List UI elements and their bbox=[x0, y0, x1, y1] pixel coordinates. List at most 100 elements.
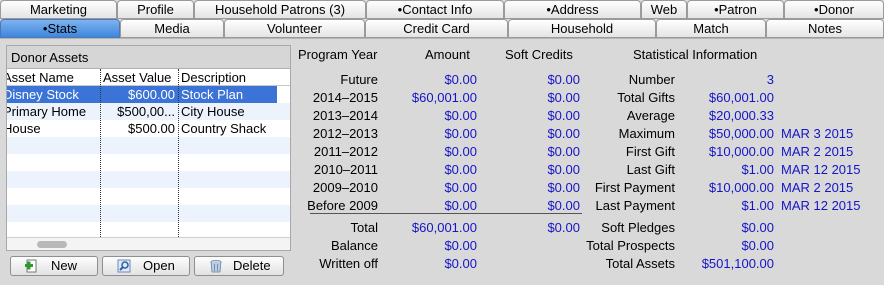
table-row[interactable]: Disney Stock $600.00 Stock Plan bbox=[7, 86, 277, 103]
total-prospects-label: Total Prospects bbox=[586, 238, 675, 253]
year-label: 2011–2012 bbox=[313, 144, 378, 159]
column-header-asset-value[interactable]: Asset Value bbox=[103, 70, 171, 85]
stat-value-last-payment: $1.00 bbox=[741, 198, 774, 213]
asset-name-cell: Primary Home bbox=[7, 104, 87, 119]
asset-value-cell: $500.00 bbox=[128, 121, 175, 136]
add-page-icon bbox=[25, 259, 37, 273]
open-asset-button[interactable]: Open bbox=[102, 256, 190, 276]
year-label: 2013–2014 bbox=[312, 108, 378, 123]
statistics-area: Program Year Amount Soft Credits Statist… bbox=[294, 45, 878, 277]
year-amount-value: $0.00 bbox=[444, 126, 477, 141]
horizontal-scrollbar[interactable] bbox=[7, 237, 290, 250]
stat-label-average: Average bbox=[626, 108, 675, 123]
year-label: Future bbox=[340, 72, 378, 87]
delete-asset-button[interactable]: Delete bbox=[194, 256, 284, 276]
balance-label: Balance bbox=[331, 238, 378, 253]
year-amount-value: $0.00 bbox=[444, 198, 477, 213]
stat-label-number: Number bbox=[628, 72, 675, 87]
column-divider bbox=[100, 69, 101, 237]
donor-assets-title: Donor Assets bbox=[11, 50, 89, 65]
stat-value-first-gift: $10,000.00 bbox=[708, 144, 774, 159]
tab-household-patrons[interactable]: Household Patrons (3) bbox=[194, 0, 366, 19]
tab-web[interactable]: Web bbox=[641, 0, 687, 19]
stats-panel: Donor Assets Asset Name Asset Value Desc… bbox=[0, 38, 884, 285]
stat-date-first-payment: MAR 2 2015 bbox=[781, 180, 854, 195]
asset-name-cell: Disney Stock bbox=[7, 87, 79, 102]
column-header-asset-name[interactable]: Asset Name bbox=[7, 70, 74, 85]
asset-description-cell: Country Shack bbox=[181, 121, 267, 136]
tab-row-2: •Stats Media Volunteer Credit Card House… bbox=[0, 19, 884, 38]
asset-description-cell: Stock Plan bbox=[181, 87, 244, 102]
tab-row-1: Marketing Profile Household Patrons (3) … bbox=[0, 0, 884, 19]
total-prospects-value: $0.00 bbox=[741, 238, 774, 253]
stat-label-first-payment: First Payment bbox=[594, 180, 675, 195]
tab-media[interactable]: Media bbox=[120, 19, 224, 38]
totals-divider bbox=[310, 213, 582, 214]
total-soft-credit-value: $0.00 bbox=[547, 220, 580, 235]
written-off-label: Written off bbox=[319, 256, 378, 271]
tab-marketing[interactable]: Marketing bbox=[0, 0, 117, 19]
year-soft-credit-value: $0.00 bbox=[547, 126, 580, 141]
total-amount-value: $60,001.00 bbox=[411, 220, 477, 235]
asset-name-cell: House bbox=[7, 121, 41, 136]
tab-profile[interactable]: Profile bbox=[117, 0, 194, 19]
year-soft-credit-value: $0.00 bbox=[547, 162, 580, 177]
tab-volunteer[interactable]: Volunteer bbox=[224, 19, 365, 38]
soft-credits-header: Soft Credits bbox=[505, 47, 573, 62]
stat-value-last-gift: $1.00 bbox=[741, 162, 774, 177]
year-amount-value: $0.00 bbox=[444, 144, 477, 159]
open-button-label: Open bbox=[143, 258, 175, 273]
stat-date-maximum: MAR 3 2015 bbox=[781, 126, 854, 141]
amount-header: Amount bbox=[425, 47, 470, 62]
year-amount-value: $0.00 bbox=[444, 72, 477, 87]
year-label: 2010–2011 bbox=[313, 162, 378, 177]
year-soft-credit-value: $0.00 bbox=[547, 144, 580, 159]
stat-value-total-gifts: $60,001.00 bbox=[708, 90, 774, 105]
stat-value-maximum: $50,000.00 bbox=[708, 126, 774, 141]
tab-contact-info[interactable]: •Contact Info bbox=[366, 0, 504, 19]
year-label: 2009–2010 bbox=[312, 180, 378, 195]
tab-notes[interactable]: Notes bbox=[766, 19, 884, 38]
year-soft-credit-value: $0.00 bbox=[547, 108, 580, 123]
stat-value-number: 3 bbox=[766, 72, 774, 87]
total-assets-value: $501,100.00 bbox=[701, 256, 774, 271]
tab-address[interactable]: •Address bbox=[504, 0, 641, 19]
year-amount-value: $0.00 bbox=[444, 162, 477, 177]
year-amount-value: $0.00 bbox=[444, 108, 477, 123]
tab-stats[interactable]: •Stats bbox=[0, 19, 120, 38]
donor-assets-group: Donor Assets Asset Name Asset Value Desc… bbox=[6, 45, 291, 251]
tab-donor[interactable]: •Donor bbox=[784, 0, 884, 19]
stat-date-first-gift: MAR 2 2015 bbox=[781, 144, 854, 159]
tab-household[interactable]: Household bbox=[508, 19, 656, 38]
tab-credit-card[interactable]: Credit Card bbox=[365, 19, 508, 38]
year-amount-value: $0.00 bbox=[444, 180, 477, 195]
donor-assets-table[interactable]: Asset Name Asset Value Description Disne… bbox=[7, 68, 290, 250]
stat-date-last-gift: MAR 12 2015 bbox=[781, 162, 861, 177]
stat-value-first-payment: $10,000.00 bbox=[708, 180, 774, 195]
magnifier-icon bbox=[117, 259, 131, 273]
program-year-header: Program Year bbox=[298, 47, 378, 62]
tab-match[interactable]: Match bbox=[656, 19, 766, 38]
table-row[interactable]: House $500.00 Country Shack bbox=[7, 120, 277, 137]
scrollbar-thumb[interactable] bbox=[37, 241, 67, 248]
year-label: Before 2009 bbox=[307, 198, 378, 213]
tab-patron[interactable]: •Patron bbox=[687, 0, 784, 19]
asset-value-cell: $600.00 bbox=[128, 87, 175, 102]
table-row[interactable]: Primary Home $500,00... City House bbox=[7, 103, 277, 120]
year-soft-credit-value: $0.00 bbox=[547, 180, 580, 195]
new-button-label: New bbox=[51, 258, 78, 273]
year-label: 2012–2013 bbox=[312, 126, 378, 141]
stat-date-last-payment: MAR 12 2015 bbox=[781, 198, 861, 213]
stat-value-average: $20,000.33 bbox=[708, 108, 774, 123]
total-label: Total bbox=[350, 220, 378, 235]
new-asset-button[interactable]: New bbox=[10, 256, 98, 276]
trash-icon bbox=[210, 259, 222, 273]
delete-button-label: Delete bbox=[233, 258, 271, 273]
asset-description-cell: City House bbox=[181, 104, 245, 119]
column-header-description[interactable]: Description bbox=[181, 70, 246, 85]
soft-pledges-label: Soft Pledges bbox=[601, 220, 675, 235]
stat-label-last-gift: Last Gift bbox=[626, 162, 675, 177]
statistical-information-header: Statistical Information bbox=[633, 47, 758, 62]
stat-label-first-gift: First Gift bbox=[625, 144, 675, 159]
total-assets-label: Total Assets bbox=[605, 256, 675, 271]
